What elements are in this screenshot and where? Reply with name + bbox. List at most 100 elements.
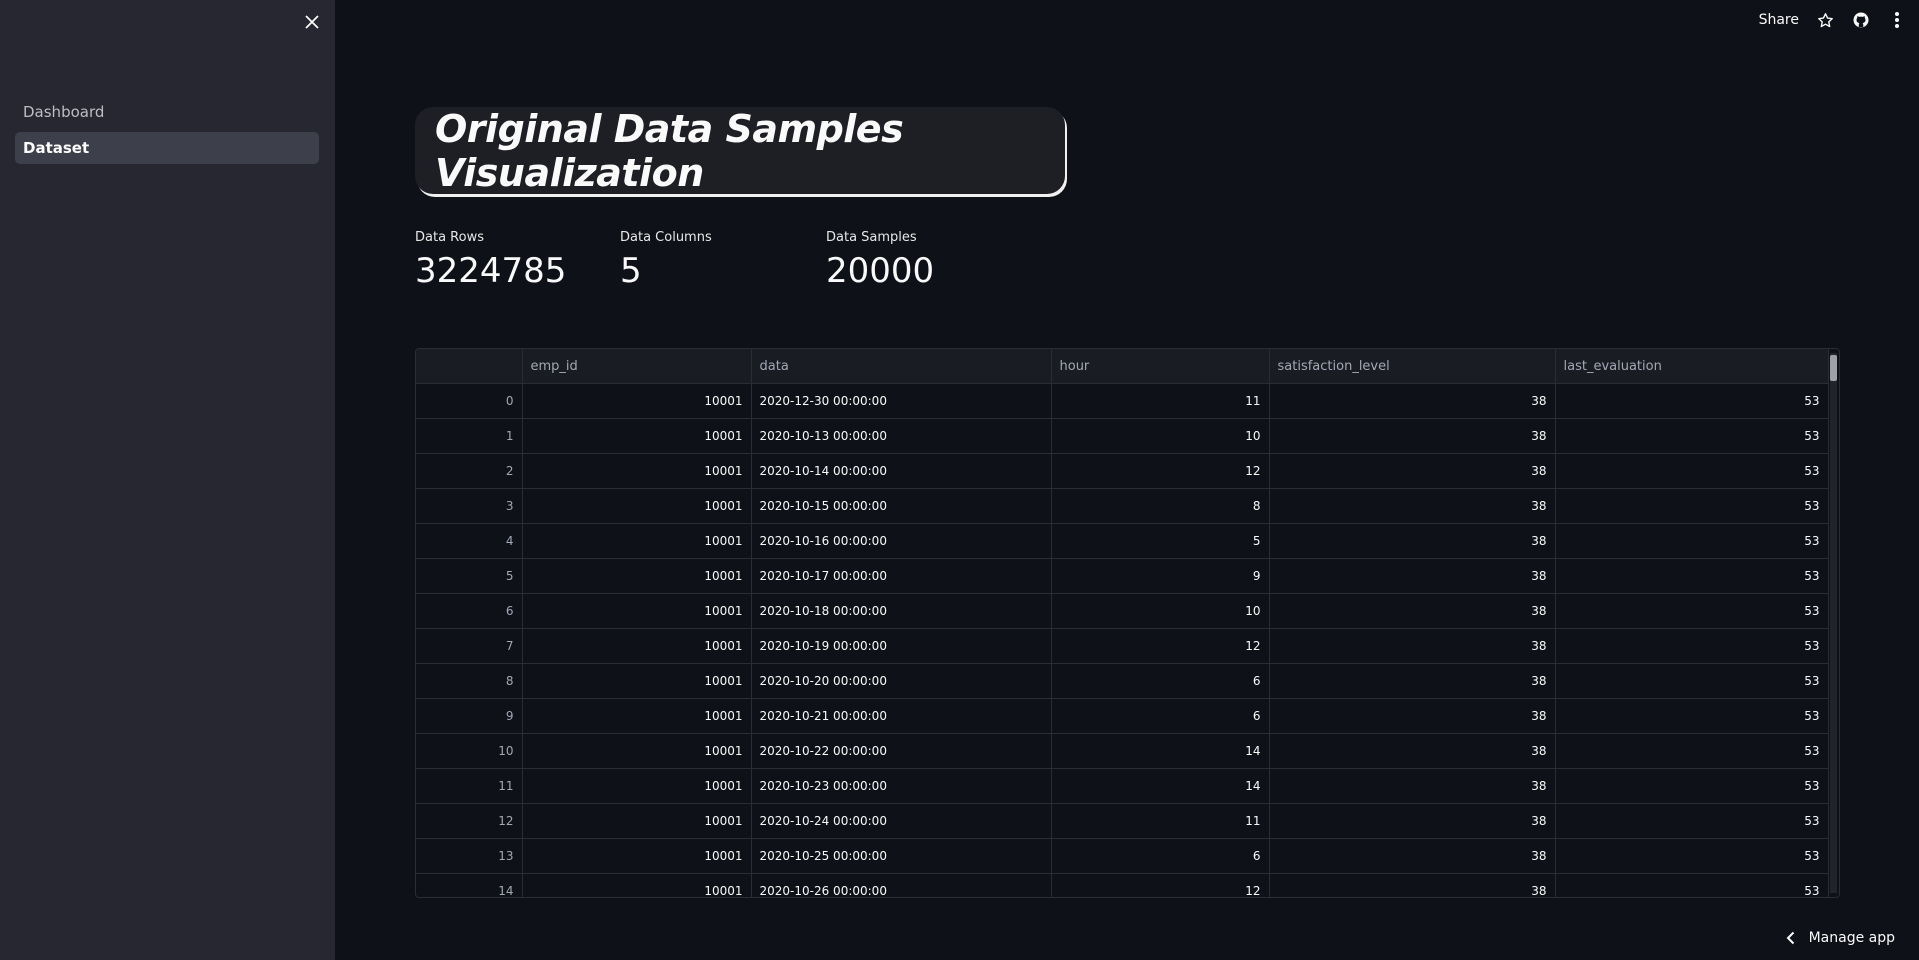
table-cell[interactable]: 10001 (522, 663, 752, 699)
table-cell[interactable]: 10001 (522, 418, 752, 454)
table-cell[interactable]: 2020-10-18 00:00:00 (751, 593, 1052, 629)
table-cell[interactable]: 53 (1555, 488, 1829, 524)
table-cell[interactable]: 6 (416, 593, 523, 629)
column-header-index[interactable] (416, 349, 523, 384)
table-cell[interactable]: 10001 (522, 383, 752, 419)
table-row[interactable]: 13 10001 2020-10-25 00:00:00 6 38 53 (416, 838, 1829, 874)
table-cell[interactable]: 12 (1051, 453, 1270, 489)
table-cell[interactable]: 12 (1051, 873, 1270, 897)
table-cell[interactable]: 38 (1269, 663, 1556, 699)
table-cell[interactable]: 7 (416, 628, 523, 664)
table-cell[interactable]: 53 (1555, 733, 1829, 769)
table-cell[interactable]: 53 (1555, 383, 1829, 419)
table-cell[interactable]: 13 (416, 838, 523, 874)
table-cell[interactable]: 10001 (522, 593, 752, 629)
table-cell[interactable]: 8 (1051, 488, 1270, 524)
table-cell[interactable]: 2020-10-23 00:00:00 (751, 768, 1052, 804)
table-cell[interactable]: 53 (1555, 628, 1829, 664)
table-cell[interactable]: 38 (1269, 628, 1556, 664)
close-sidebar-button[interactable] (300, 10, 324, 34)
table-cell[interactable]: 38 (1269, 698, 1556, 734)
table-cell[interactable]: 10 (1051, 418, 1270, 454)
table-cell[interactable]: 53 (1555, 698, 1829, 734)
table-cell[interactable]: 2020-10-16 00:00:00 (751, 523, 1052, 559)
table-row[interactable]: 2 10001 2020-10-14 00:00:00 12 38 53 (416, 453, 1829, 489)
table-cell[interactable]: 53 (1555, 768, 1829, 804)
table-row[interactable]: 0 10001 2020-12-30 00:00:00 11 38 53 (416, 383, 1829, 419)
table-row[interactable]: 3 10001 2020-10-15 00:00:00 8 38 53 (416, 488, 1829, 524)
table-cell[interactable]: 6 (1051, 838, 1270, 874)
table-cell[interactable]: 11 (1051, 803, 1270, 839)
table-cell[interactable]: 2020-10-24 00:00:00 (751, 803, 1052, 839)
table-cell[interactable]: 9 (416, 698, 523, 734)
table-cell[interactable]: 2020-10-25 00:00:00 (751, 838, 1052, 874)
table-cell[interactable]: 38 (1269, 453, 1556, 489)
table-cell[interactable]: 38 (1269, 768, 1556, 804)
table-cell[interactable]: 38 (1269, 873, 1556, 897)
column-header-hour[interactable]: hour (1051, 349, 1270, 384)
table-cell[interactable]: 10001 (522, 523, 752, 559)
table-row[interactable]: 9 10001 2020-10-21 00:00:00 6 38 53 (416, 698, 1829, 734)
table-cell[interactable]: 9 (1051, 558, 1270, 594)
table-cell[interactable]: 53 (1555, 523, 1829, 559)
table-cell[interactable]: 2020-10-15 00:00:00 (751, 488, 1052, 524)
manage-app-button[interactable]: Manage app (1786, 926, 1895, 950)
table-row[interactable]: 12 10001 2020-10-24 00:00:00 11 38 53 (416, 803, 1829, 839)
table-cell[interactable]: 38 (1269, 838, 1556, 874)
table-cell[interactable]: 5 (416, 558, 523, 594)
main-menu-button[interactable] (1887, 10, 1907, 30)
table-cell[interactable]: 2020-10-14 00:00:00 (751, 453, 1052, 489)
table-cell[interactable]: 2020-10-22 00:00:00 (751, 733, 1052, 769)
table-cell[interactable]: 2020-10-20 00:00:00 (751, 663, 1052, 699)
sidebar-item-dataset[interactable]: Dataset (15, 132, 319, 164)
table-cell[interactable]: 53 (1555, 803, 1829, 839)
table-cell[interactable]: 10001 (522, 838, 752, 874)
table-row[interactable]: 1 10001 2020-10-13 00:00:00 10 38 53 (416, 418, 1829, 454)
column-header-emp-id[interactable]: emp_id (522, 349, 752, 384)
table-cell[interactable]: 2020-10-17 00:00:00 (751, 558, 1052, 594)
table-cell[interactable]: 2020-10-19 00:00:00 (751, 628, 1052, 664)
table-cell[interactable]: 2020-10-26 00:00:00 (751, 873, 1052, 897)
table-row[interactable]: 6 10001 2020-10-18 00:00:00 10 38 53 (416, 593, 1829, 629)
table-row[interactable]: 5 10001 2020-10-17 00:00:00 9 38 53 (416, 558, 1829, 594)
table-row[interactable]: 11 10001 2020-10-23 00:00:00 14 38 53 (416, 768, 1829, 804)
github-button[interactable] (1851, 10, 1871, 30)
table-cell[interactable]: 10001 (522, 488, 752, 524)
table-cell[interactable]: 38 (1269, 418, 1556, 454)
share-button[interactable]: Share (1759, 12, 1799, 28)
table-cell[interactable]: 2020-10-21 00:00:00 (751, 698, 1052, 734)
table-cell[interactable]: 11 (416, 768, 523, 804)
table-cell[interactable]: 53 (1555, 418, 1829, 454)
table-cell[interactable]: 10001 (522, 873, 752, 897)
table-cell[interactable]: 12 (416, 803, 523, 839)
table-cell[interactable]: 8 (416, 663, 523, 699)
table-cell[interactable]: 2020-12-30 00:00:00 (751, 383, 1052, 419)
table-cell[interactable]: 10001 (522, 768, 752, 804)
table-cell[interactable]: 53 (1555, 453, 1829, 489)
table-cell[interactable]: 14 (1051, 733, 1270, 769)
table-row[interactable]: 14 10001 2020-10-26 00:00:00 12 38 53 (416, 873, 1829, 897)
column-header-data[interactable]: data (751, 349, 1052, 384)
table-cell[interactable]: 6 (1051, 663, 1270, 699)
column-header-satisfaction-level[interactable]: satisfaction_level (1269, 349, 1556, 384)
table-cell[interactable]: 12 (1051, 628, 1270, 664)
table-cell[interactable]: 2 (416, 453, 523, 489)
column-header-last-evaluation[interactable]: last_evaluation (1555, 349, 1829, 384)
table-cell[interactable]: 10001 (522, 803, 752, 839)
table-cell[interactable]: 53 (1555, 873, 1829, 897)
table-cell[interactable]: 10001 (522, 628, 752, 664)
table-cell[interactable]: 6 (1051, 698, 1270, 734)
table-cell[interactable]: 14 (416, 873, 523, 897)
table-cell[interactable]: 53 (1555, 838, 1829, 874)
table-cell[interactable]: 38 (1269, 593, 1556, 629)
table-cell[interactable]: 1 (416, 418, 523, 454)
table-scrollbar[interactable] (1830, 353, 1837, 893)
table-cell[interactable]: 38 (1269, 383, 1556, 419)
table-cell[interactable]: 10 (1051, 593, 1270, 629)
table-cell[interactable]: 10001 (522, 733, 752, 769)
sidebar-item-dashboard[interactable]: Dashboard (15, 96, 319, 128)
table-cell[interactable]: 5 (1051, 523, 1270, 559)
table-cell[interactable]: 10001 (522, 558, 752, 594)
table-cell[interactable]: 38 (1269, 558, 1556, 594)
table-cell[interactable]: 14 (1051, 768, 1270, 804)
